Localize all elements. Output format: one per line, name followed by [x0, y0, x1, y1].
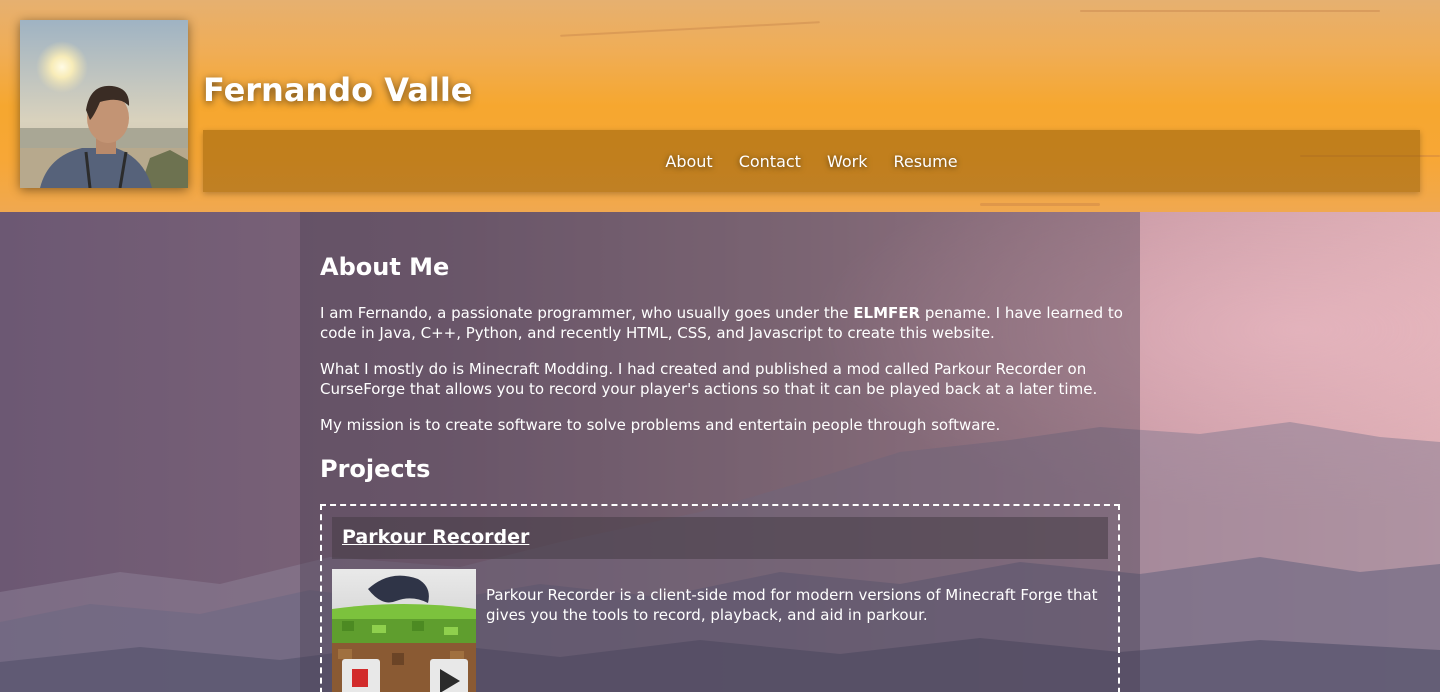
pename-bold: ELMFER — [853, 304, 921, 322]
nav-contact-link[interactable]: Contact — [739, 152, 801, 171]
profile-photo — [20, 20, 188, 188]
project-description: Parkour Recorder is a client-side mod fo… — [486, 586, 1098, 624]
nav-resume-link[interactable]: Resume — [893, 152, 957, 171]
project-title-link[interactable]: Parkour Recorder — [342, 526, 529, 548]
cloud-streak — [1080, 10, 1380, 12]
site-title: Fernando Valle — [203, 71, 473, 109]
nav-work-link[interactable]: Work — [827, 152, 868, 171]
main-nav: About Contact Work Resume — [203, 130, 1420, 192]
project-thumbnail — [332, 569, 476, 692]
site-header: Fernando Valle About Contact Work Resume — [0, 0, 1440, 212]
about-paragraph-3: My mission is to create software to solv… — [320, 416, 1001, 434]
project-card-header: Parkour Recorder — [332, 517, 1108, 559]
about-heading: About Me — [320, 253, 450, 281]
cloud-streak — [980, 203, 1100, 206]
about-paragraph-1: I am Fernando, a passionate programmer, … — [320, 303, 1130, 343]
about-paragraph-2: What I mostly do is Minecraft Modding. I… — [320, 360, 1098, 398]
cloud-streak — [560, 21, 820, 37]
projects-heading: Projects — [320, 455, 431, 483]
nav-about-link[interactable]: About — [665, 152, 712, 171]
about-p1-text-start: I am Fernando, a passionate programmer, … — [320, 304, 854, 322]
project-card: Parkour Recorder Parkour Recorder is a c… — [320, 504, 1120, 692]
main-content: About Me I am Fernando, a passionate pro… — [300, 212, 1140, 692]
